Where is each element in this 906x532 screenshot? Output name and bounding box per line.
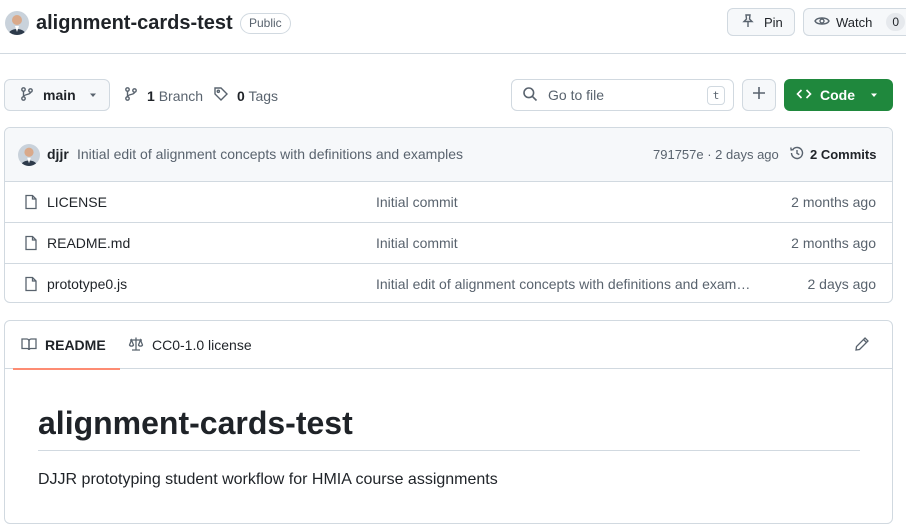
tags-link[interactable]: 0 Tags <box>213 86 278 105</box>
file-row[interactable]: README.md Initial commit 2 months ago <box>5 223 892 264</box>
branch-name: main <box>43 87 76 103</box>
readme-tab-bar: README CC0-1.0 license <box>5 321 892 370</box>
file-row[interactable]: LICENSE Initial commit 2 months ago <box>5 182 892 223</box>
pin-icon <box>740 13 756 32</box>
file-date: 2 months ago <box>791 235 876 251</box>
pin-label: Pin <box>764 14 783 30</box>
file-commit-message[interactable]: Initial edit of alignment concepts with … <box>376 276 756 292</box>
readme-heading: alignment-cards-test <box>38 405 353 441</box>
repo-header: alignment-cards-test Public Pin Watch 0 <box>0 0 906 54</box>
readme-panel: README CC0-1.0 license alignment-cards-t… <box>4 320 893 524</box>
watch-count: 0 <box>886 13 906 31</box>
commit-author-avatar[interactable] <box>18 144 40 166</box>
file-commit-message[interactable]: Initial commit <box>376 194 756 210</box>
branch-select-button[interactable]: main <box>4 79 110 111</box>
readme-divider <box>38 450 860 451</box>
pencil-icon[interactable] <box>854 336 870 355</box>
tag-count: 0 <box>237 87 245 104</box>
pin-button[interactable]: Pin <box>727 8 795 36</box>
file-icon <box>23 235 39 254</box>
repo-name[interactable]: alignment-cards-test <box>36 10 233 36</box>
owner-avatar[interactable] <box>5 11 29 35</box>
code-icon <box>796 86 812 105</box>
file-icon <box>23 194 39 213</box>
tab-license[interactable]: CC0-1.0 license <box>128 321 252 369</box>
file-date: 2 days ago <box>807 276 877 292</box>
caret-down-icon <box>88 87 98 103</box>
file-date: 2 months ago <box>791 194 876 210</box>
readme-description: DJJR prototyping student workflow for HM… <box>38 471 498 488</box>
search-icon <box>522 86 538 105</box>
branch-icon <box>19 86 35 105</box>
book-icon <box>21 336 37 355</box>
scale-icon <box>128 336 144 355</box>
tag-count-label: Tags <box>248 87 279 104</box>
file-table: djjr Initial edit of alignment concepts … <box>4 127 893 303</box>
file-name[interactable]: README.md <box>47 235 130 251</box>
commit-author[interactable]: djjr <box>47 146 69 162</box>
file-icon <box>23 276 39 295</box>
latest-commit-row: djjr Initial edit of alignment concepts … <box>5 128 892 182</box>
history-icon <box>789 145 805 164</box>
plus-icon <box>751 84 767 107</box>
commit-message[interactable]: Initial edit of alignment concepts with … <box>77 146 463 162</box>
branch-count-icon <box>123 86 139 105</box>
tab-readme[interactable]: README <box>13 321 120 370</box>
add-file-button[interactable] <box>742 79 776 111</box>
tab-license-label: CC0-1.0 license <box>152 337 252 353</box>
file-name[interactable]: prototype0.js <box>47 276 127 292</box>
code-label: Code <box>820 87 855 103</box>
file-name[interactable]: LICENSE <box>47 194 107 210</box>
shortcut-key: t <box>707 86 725 105</box>
commit-hash-time[interactable]: 791757e · 2 days ago <box>653 147 779 162</box>
branches-link[interactable]: 1 Branch <box>123 86 203 105</box>
file-row[interactable]: prototype0.js Initial edit of alignment … <box>5 264 892 302</box>
file-commit-message[interactable]: Initial commit <box>376 235 756 251</box>
tab-readme-label: README <box>45 337 106 353</box>
commits-history-link[interactable]: 2 Commits <box>789 145 876 164</box>
visibility-badge: Public <box>240 13 291 34</box>
watch-button[interactable]: Watch 0 <box>803 8 906 36</box>
eye-icon <box>814 13 830 32</box>
tag-icon <box>213 86 229 105</box>
branch-count: 1 <box>147 87 155 104</box>
code-button[interactable]: Code <box>784 79 893 111</box>
branch-count-label: Branch <box>158 87 204 104</box>
go-to-file-input[interactable] <box>548 87 698 103</box>
watch-label: Watch <box>836 14 873 30</box>
commits-count: 2 Commits <box>810 147 877 162</box>
caret-down-icon <box>869 87 879 103</box>
go-to-file-field[interactable]: t <box>511 79 734 111</box>
